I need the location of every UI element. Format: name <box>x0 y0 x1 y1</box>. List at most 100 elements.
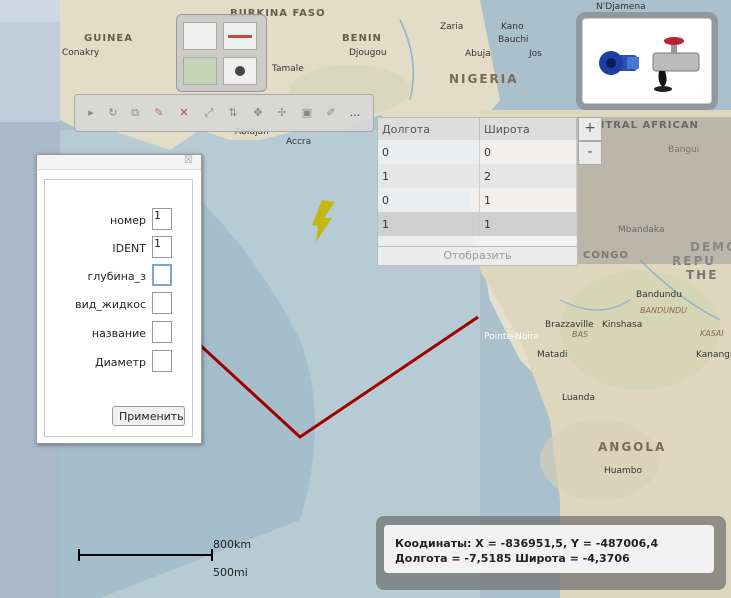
map-label: BAS <box>572 330 589 339</box>
coordinates-lonlat: Долгота = -7,5185 Широта = -4,3706 <box>395 552 630 565</box>
rotate-icon[interactable]: ↻ <box>105 105 121 121</box>
erase-icon[interactable]: ✎ <box>151 105 167 121</box>
map-label: BANDUNDU <box>640 306 687 315</box>
map-label: Djougou <box>349 48 387 58</box>
point-swatch[interactable] <box>223 57 257 85</box>
ident-field[interactable]: 1 <box>152 236 172 258</box>
depth-field[interactable] <box>152 264 172 286</box>
map-label: Matadi <box>537 350 568 360</box>
map-label: Bandundu <box>636 290 682 300</box>
field-label: номер <box>110 214 146 227</box>
style-panel <box>176 14 267 92</box>
form-row-fluid-type: вид_жидкос <box>45 292 192 316</box>
move-icon[interactable]: ✢ <box>274 105 290 121</box>
side-panel-body <box>0 22 60 122</box>
diameter-field[interactable] <box>152 350 172 372</box>
form-row-name: название <box>45 321 192 345</box>
dialog-titlebar[interactable] <box>37 155 201 170</box>
editing-toolbar: ▸ ↻ ⧉ ✎ ✕ ⤢ ⇅ ✥ ✢ ▣ ✐ ... <box>74 94 374 132</box>
table-cell[interactable]: 0 <box>479 140 577 164</box>
form-row-ident: IDENT 1 <box>45 236 192 260</box>
column-header[interactable]: Долгота <box>378 118 480 140</box>
align-icon[interactable]: ⇅ <box>225 105 241 121</box>
save-icon[interactable]: ▣ <box>299 105 315 121</box>
edit-icon[interactable]: ✐ <box>323 105 339 121</box>
map-label: Kinshasa <box>602 320 643 330</box>
map-label: NIGERIA <box>449 72 519 86</box>
table-cell[interactable]: 0 <box>378 140 480 164</box>
table-header: Долгота Широта <box>378 118 577 140</box>
table-cell[interactable]: 2 <box>479 164 577 188</box>
table-row[interactable]: 01 <box>378 188 577 212</box>
close-icon[interactable]: ✕ <box>176 105 192 121</box>
coordinates-status-box: Кoодинаты: X = -836951,5, Y = -487006,4 … <box>384 525 714 573</box>
map-label: THE <box>686 268 719 282</box>
polygon-green-swatch[interactable] <box>183 57 217 85</box>
line-icon <box>228 35 252 38</box>
scale-bar: 800km 500mi <box>78 538 258 579</box>
map-label: GUINEA <box>84 33 133 44</box>
coordinates-xy: Кoодинаты: X = -836951,5, Y = -487006,4 <box>395 537 659 550</box>
table-row[interactable]: 12 <box>378 164 577 188</box>
map-label: Tamale <box>272 64 304 74</box>
more-button[interactable]: ... <box>347 105 363 121</box>
zoom-in-button[interactable]: + <box>578 117 602 141</box>
display-button[interactable]: Отобразить <box>378 246 577 265</box>
form-row-number: номер 1 <box>45 208 192 232</box>
name-field[interactable] <box>152 321 172 343</box>
field-label: IDENT <box>112 242 146 255</box>
map-label: Luanda <box>562 393 596 403</box>
form-row-depth: глубина_з <box>45 264 192 288</box>
field-label: название <box>91 327 146 340</box>
pipe-leak-icon[interactable] <box>649 35 701 95</box>
field-label: глубина_з <box>87 270 146 283</box>
scale-mi: 500mi <box>213 566 248 579</box>
attribute-form-dialog: ☒ номер 1 IDENT 1 глубина_з вид_жидкос н… <box>36 154 202 444</box>
copy-icon[interactable]: ⧉ <box>127 105 143 121</box>
table-cell[interactable]: 0 <box>378 188 480 212</box>
map-label: Kano <box>501 22 524 32</box>
map-label: Zaria <box>440 22 464 32</box>
map-label: Brazzaville <box>545 320 594 330</box>
table-cell[interactable]: 1 <box>479 188 577 212</box>
table-cell[interactable]: 1 <box>479 212 577 236</box>
map-label: Huambo <box>604 466 642 476</box>
coordinates-table: Долгота Широта 00 12 01 11 <box>378 118 577 236</box>
map-label: ANGOLA <box>598 440 667 454</box>
map-label: Accra <box>286 137 312 147</box>
resize-icon[interactable]: ⤢ <box>201 105 217 121</box>
map-label: Jos <box>529 49 542 59</box>
scale-km: 800km <box>213 538 252 551</box>
scale-line <box>78 549 213 561</box>
field-label: Диаметр <box>95 356 146 369</box>
map-label: Pointe-Noire <box>484 332 539 342</box>
line-red-swatch[interactable] <box>223 22 257 50</box>
map-label: Abuja <box>465 49 491 59</box>
field-label: вид_жидкос <box>75 298 146 311</box>
polygon-empty-swatch[interactable] <box>183 22 217 50</box>
column-header[interactable]: Широта <box>479 118 577 140</box>
arrow-icon[interactable]: ▸ <box>83 105 99 121</box>
point-icon <box>235 66 245 76</box>
number-field[interactable]: 1 <box>152 208 172 230</box>
table-row[interactable]: 11 <box>378 212 577 236</box>
side-panel-header <box>0 0 60 22</box>
table-cell[interactable]: 1 <box>378 164 480 188</box>
gear-icon[interactable]: ✥ <box>250 105 266 121</box>
table-row[interactable]: 00 <box>378 140 577 164</box>
fluid-type-field[interactable] <box>152 292 172 314</box>
map-label: Kananga <box>696 350 731 360</box>
pipe-tools-panel <box>582 18 712 104</box>
form-body: номер 1 IDENT 1 глубина_з вид_жидкос наз… <box>44 179 193 437</box>
table-cell[interactable]: 1 <box>378 212 480 236</box>
close-icon[interactable]: ☒ <box>184 155 193 166</box>
form-row-diameter: Диаметр <box>45 350 192 374</box>
apply-button[interactable]: Применить <box>112 406 185 426</box>
coordinates-status-panel: Кoодинаты: X = -836951,5, Y = -487006,4 … <box>376 516 726 590</box>
zoom-out-button[interactable]: - <box>578 141 602 165</box>
map-label: BENIN <box>342 33 382 44</box>
map-label: Conakry <box>62 48 100 58</box>
valve-icon[interactable] <box>597 37 641 87</box>
map-label: KASAI <box>700 329 724 338</box>
map-label: N'Djamena <box>596 2 646 12</box>
